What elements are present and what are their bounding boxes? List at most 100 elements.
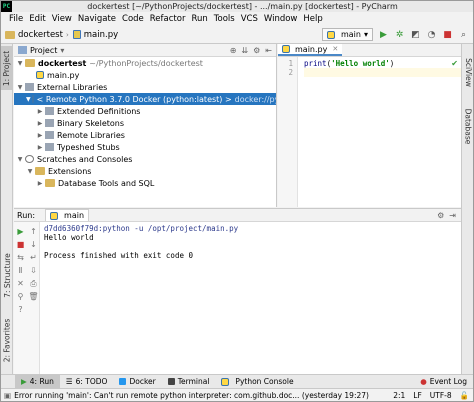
code-area[interactable]: 1 2 print('Hello world') ✔ [278,57,461,207]
line-separator[interactable]: LF [413,391,422,400]
restore-layout-icon[interactable]: ⇆ [14,251,27,264]
tree-item-database-tools[interactable]: ▶ Database Tools and SQL [14,177,276,189]
code-text[interactable]: print('Hello world') [298,57,461,207]
file-encoding[interactable]: UTF-8 [430,391,452,400]
tree-item-dockertest[interactable]: ▼ dockertest ~/PythonProjects/dockertest [14,57,276,69]
hide-icon[interactable]: ⇤ [265,46,272,55]
chevron-down-icon[interactable]: ▼ [16,84,24,91]
terminal-icon [167,378,175,385]
tool-tab-project[interactable]: 1: Project [1,46,13,90]
menu-refactor[interactable]: Refactor [147,14,189,24]
library-folder-icon [45,143,54,151]
run-icon: ▶ [21,377,27,386]
breadcrumb-project[interactable]: dockertest › [5,30,69,40]
caret-position[interactable]: 2:1 [393,391,405,400]
tree-item-external-libraries[interactable]: ▼ External Libraries [14,81,276,93]
chevron-right-icon[interactable]: ▶ [36,144,44,151]
menu-file[interactable]: File [6,14,26,24]
stop-icon[interactable]: ■ [14,238,27,251]
menu-window[interactable]: Window [261,14,301,24]
pin-icon[interactable]: ⚲ [14,290,27,303]
tree-item-label: Binary Skeletons [57,118,125,128]
tool-window-todo[interactable]: ☰ 6: TODO [60,375,114,389]
tool-window-docker[interactable]: Docker [113,375,161,389]
chevron-down-icon[interactable]: ▼ [26,168,34,175]
breadcrumb-file[interactable]: main.py [72,30,118,40]
tree-item-main-py[interactable]: main.py [14,69,276,81]
close-icon[interactable]: ✕ [332,45,338,53]
tool-window-label: Python Console [235,377,294,386]
chevron-down-icon[interactable]: ▾ [60,46,64,55]
tree-item-remote-python[interactable]: ▼ < Remote Python 3.7.0 Docker (python:l… [14,93,276,105]
tool-tab-database[interactable]: Database [462,104,474,148]
menu-vcs[interactable]: VCS [238,14,261,24]
menu-code[interactable]: Code [119,14,147,24]
up-arrow-icon[interactable]: ↑ [27,225,40,238]
debug-button[interactable]: ✲ [394,29,405,40]
run-tab-main[interactable]: main [45,209,90,221]
help-icon[interactable]: ? [14,303,27,316]
inspection-ok-icon[interactable]: ✔ [451,59,458,68]
tree-item-label: Database Tools and SQL [58,178,155,188]
tree-item-binary-skeletons[interactable]: ▶ Binary Skeletons [14,117,276,129]
title-bar: PC dockertest [~/PythonProjects/dockerte… [1,1,473,12]
tool-window-label: Docker [129,377,156,386]
tree-item-label: External Libraries [37,82,108,92]
menu-help[interactable]: Help [300,14,325,24]
lock-icon[interactable]: 🔓 [460,391,469,400]
gear-icon[interactable]: ⚙ [437,211,444,220]
collapse-all-icon[interactable]: ⇊ [241,46,248,55]
stop-button[interactable]: ■ [442,29,453,40]
tool-window-run[interactable]: ▶ 4: Run [15,374,60,389]
chevron-down-icon[interactable]: ▼ [16,156,24,163]
chevron-right-icon[interactable]: ▶ [36,108,44,115]
close-icon[interactable]: ✕ [14,277,27,290]
tool-window-python-console[interactable]: Python Console [215,375,299,389]
chevron-right-icon[interactable]: ▶ [36,180,44,187]
menu-view[interactable]: View [49,14,75,24]
project-panel-title[interactable]: Project [30,46,57,55]
menu-navigate[interactable]: Navigate [75,14,119,24]
chevron-right-icon[interactable]: ▶ [36,132,44,139]
menu-tools[interactable]: Tools [211,14,238,24]
editor-tab-main-py[interactable]: main.py ✕ [278,44,343,56]
tree-item-extended-definitions[interactable]: ▶ Extended Definitions [14,105,276,117]
code-line: print('Hello world') [304,59,461,68]
chevron-right-icon[interactable]: ▶ [36,120,44,127]
soft-wrap-icon[interactable]: ↵ [27,251,40,264]
run-button[interactable]: ▶ [378,29,389,40]
gear-icon[interactable]: ⚙ [253,46,260,55]
down-arrow-icon[interactable]: ↓ [27,238,40,251]
profile-button[interactable]: ◔ [426,29,437,40]
project-panel: Project ▾ ⊕ ⇊ ⚙ ⇤ ▼ dockertest ~/PythonP… [14,44,277,207]
print-icon[interactable]: ⎙ [27,277,40,290]
coverage-button[interactable]: ◩ [410,29,421,40]
scroll-to-end-icon[interactable]: ⇩ [27,264,40,277]
status-message[interactable]: Error running 'main': Can't run remote p… [14,391,393,400]
delete-icon[interactable]: 🗑 [27,290,40,303]
tool-window-event-log[interactable]: ● Event Log [420,377,473,386]
tool-window-terminal[interactable]: Terminal [162,375,216,389]
python-file-icon [36,71,44,79]
locate-icon[interactable]: ⊕ [230,46,237,55]
pause-icon[interactable]: Ⅱ [14,264,27,277]
chevron-down-icon[interactable]: ▼ [26,96,31,103]
console-output[interactable]: d7dd6360f79d:python -u /opt/project/main… [40,222,461,374]
search-icon[interactable]: ⌕ [458,29,469,40]
rerun-icon[interactable]: ▶ [14,225,27,238]
chevron-right-icon: › [65,30,69,39]
run-tab-label: main [64,211,85,220]
tree-item-remote-libraries[interactable]: ▶ Remote Libraries [14,129,276,141]
menu-edit[interactable]: Edit [26,14,48,24]
run-configuration-select[interactable]: main ▾ [321,28,373,41]
tree-item-scratches[interactable]: ▼ Scratches and Consoles [14,153,276,165]
tree-item-typeshed-stubs[interactable]: ▶ Typeshed Stubs [14,141,276,153]
chevron-down-icon[interactable]: ▼ [16,60,24,67]
tree-item-extensions[interactable]: ▼ Extensions [14,165,276,177]
menu-run[interactable]: Run [188,14,210,24]
run-panel-tools: ⚙ ⇥ [437,211,461,220]
tool-tab-structure[interactable]: 7: Structure [1,244,13,306]
hide-icon[interactable]: ⇥ [449,211,456,220]
tool-tab-favorites[interactable]: 2: Favorites [1,312,13,368]
tool-tab-sciview[interactable]: SciView [462,52,474,92]
